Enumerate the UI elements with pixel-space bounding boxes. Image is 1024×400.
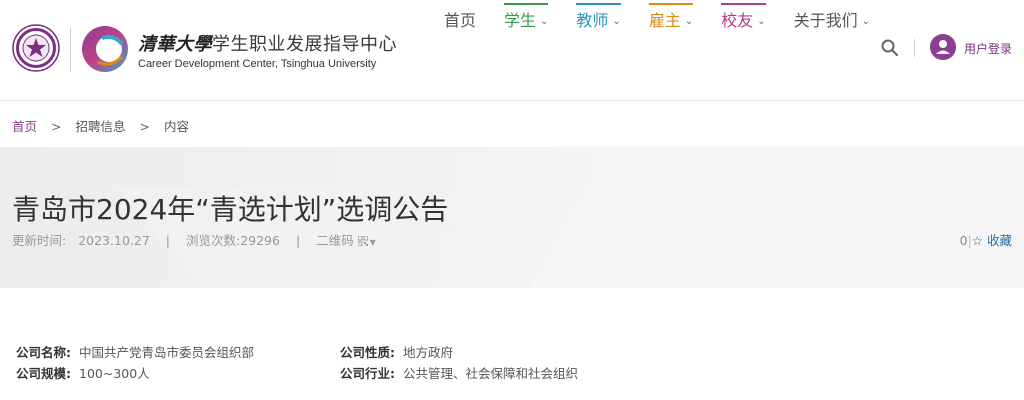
brand-calligraphy: 清華大學 [138,34,212,55]
nav-home-label: 首页 [444,11,477,30]
brand-title: 清華大學学生职业发展指导中心 Career Development Center… [138,30,397,70]
nav-teachers[interactable]: 教师 ⌄ [576,0,621,44]
nav-alumni-bar [721,3,766,5]
breadcrumb-recruitment[interactable]: 招聘信息 [76,119,126,134]
nav-about[interactable]: 关于我们 ⌄ [794,0,870,44]
company-nature-label: 公司性质: [340,345,395,360]
views-value: 29296 [240,233,280,248]
views-label: 浏览次数: [185,233,241,248]
meta-divider: | [165,233,170,248]
chevron-down-icon: ⌄ [861,16,871,27]
company-industry-row: 公司行业: 公共管理、社会保障和社会组织 [340,363,578,382]
nav-employers-bar [648,3,694,5]
nav-about-label: 关于我们 [793,11,858,30]
star-icon: ☆ [971,233,983,248]
article-meta: 更新时间: 2023.10.27 | 浏览次数:29296 | 二维码 ▼ [12,230,376,249]
nav-students[interactable]: 学生 ⌄ [504,0,549,44]
brand-english: Career Development Center, Tsinghua Univ… [138,58,377,70]
qr-code-toggle[interactable]: 二维码 ▼ [316,233,376,248]
chevron-down-icon: ⌄ [612,16,621,27]
login-link[interactable]: 用户登录 [964,40,1012,57]
updated-label: 更新时间: [12,233,67,248]
nav-employers[interactable]: 雇主 ⌄ [648,0,694,44]
nav-employers-label: 雇主 [648,11,681,30]
company-industry-value: 公共管理、社会保障和社会组织 [403,366,579,381]
nav-students-label: 学生 [504,11,537,30]
caret-down-icon: ▼ [369,238,376,247]
favorite-button[interactable]: ☆ 收藏 [972,233,1012,248]
updated-value: 2023.10.27 [78,233,150,248]
nav-teachers-bar [576,3,621,5]
chevron-down-icon: ⌄ [684,16,694,27]
company-name-label: 公司名称: [16,345,71,360]
breadcrumb: 首页 > 招聘信息 > 内容 [12,116,189,135]
tsinghua-seal-logo[interactable] [12,24,60,72]
qr-code-icon [357,236,368,246]
brand-cn-text: 学生职业发展指导中心 [212,34,397,55]
nav-students-bar [504,3,549,5]
search-icon[interactable] [880,38,900,58]
logo-divider [70,28,71,72]
nav-teachers-label: 教师 [576,11,609,30]
favorite-area: 0|☆ 收藏 [960,230,1012,249]
company-scale-row: 公司规模: 100~300人 [16,363,150,382]
nav-alumni-label: 校友 [721,11,754,30]
brand-chinese: 清華大學学生职业发展指导中心 [138,30,397,56]
breadcrumb-home[interactable]: 首页 [12,119,37,134]
meta-divider: | [295,233,301,248]
favorite-count: 0 [959,233,968,248]
company-scale-value: 100~300人 [79,366,150,381]
page-title: 青岛市2024年“青选计划”选调公告 [12,193,449,226]
main-nav: 首页 学生 ⌄ 教师 ⌄ 雇主 ⌄ 校友 ⌄ 关于我们 ⌄ [430,0,898,46]
nav-alumni[interactable]: 校友 ⌄ [721,0,766,44]
company-name-row: 公司名称: 中国共产党青岛市委员会组织部 [16,342,254,361]
breadcrumb-sep: > [139,119,150,134]
banner-decoration [484,147,1024,288]
chevron-down-icon: ⌄ [540,16,549,27]
company-nature-row: 公司性质: 地方政府 [340,342,453,361]
breadcrumb-sep: > [51,119,62,134]
header-divider [914,39,915,57]
breadcrumb-current: 内容 [164,119,190,134]
favorite-label: 收藏 [986,233,1012,248]
career-center-logo[interactable] [80,24,130,74]
user-avatar-icon[interactable] [930,34,956,60]
chevron-down-icon: ⌄ [757,16,766,27]
qr-label: 二维码 [316,233,354,248]
nav-home[interactable]: 首页 [444,0,476,44]
company-name-value: 中国共产党青岛市委员会组织部 [79,345,255,360]
company-industry-label: 公司行业: [340,366,395,381]
site-header: 清華大學学生职业发展指导中心 Career Development Center… [0,0,1024,101]
company-nature-value: 地方政府 [403,345,454,360]
company-scale-label: 公司规模: [16,366,71,381]
